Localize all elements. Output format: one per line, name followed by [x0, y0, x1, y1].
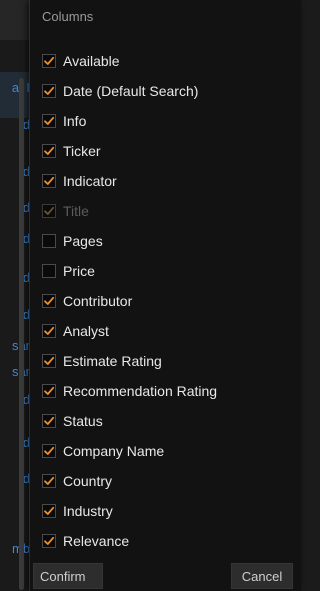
- column-option[interactable]: Estimate Rating: [42, 350, 162, 372]
- column-checkbox[interactable]: [42, 264, 56, 278]
- column-option-label: Industry: [63, 503, 113, 519]
- column-option[interactable]: Relevance: [42, 530, 129, 552]
- checkmark-icon: [44, 326, 55, 335]
- column-option: Title: [42, 200, 89, 222]
- column-checkbox[interactable]: [42, 384, 56, 398]
- scrollbar[interactable]: [19, 78, 24, 590]
- column-checkbox[interactable]: [42, 414, 56, 428]
- column-checkbox[interactable]: [42, 474, 56, 488]
- column-option-label: Pages: [63, 233, 103, 249]
- column-option[interactable]: Recommendation Rating: [42, 380, 217, 402]
- checkmark-icon: [44, 356, 55, 365]
- column-checkbox[interactable]: [42, 114, 56, 128]
- column-option[interactable]: Analyst: [42, 320, 109, 342]
- column-option-label: Analyst: [63, 323, 109, 339]
- checkmark-icon: [44, 206, 55, 215]
- column-checkbox[interactable]: [42, 54, 56, 68]
- column-checkbox[interactable]: [42, 324, 56, 338]
- column-option[interactable]: Available: [42, 50, 120, 72]
- column-option-label: Date (Default Search): [63, 83, 199, 99]
- column-checkbox[interactable]: [42, 234, 56, 248]
- column-option-label: Indicator: [63, 173, 117, 189]
- screen: a, Iddddddsarsardddmb Columns AvailableD…: [0, 0, 301, 591]
- column-option-label: Country: [63, 473, 113, 489]
- column-option-label: Ticker: [63, 143, 101, 159]
- column-option-label: Relevance: [63, 533, 130, 549]
- column-option[interactable]: Info: [42, 110, 86, 132]
- column-option-label: Estimate Rating: [63, 353, 162, 369]
- checkmark-icon: [44, 56, 55, 65]
- column-checkbox[interactable]: [42, 504, 56, 518]
- checkmark-icon: [44, 506, 55, 515]
- column-option[interactable]: Status: [42, 410, 103, 432]
- checkmark-icon: [44, 536, 55, 545]
- checkmark-icon: [44, 386, 55, 395]
- checkmark-icon: [44, 116, 55, 125]
- column-option[interactable]: Contributor: [42, 290, 132, 312]
- column-option-label: Company Name: [63, 443, 165, 459]
- column-checkbox[interactable]: [42, 144, 56, 158]
- column-checkbox[interactable]: [42, 534, 56, 548]
- column-option[interactable]: Date (Default Search): [42, 80, 198, 102]
- column-checkbox[interactable]: [42, 294, 56, 308]
- checkmark-icon: [44, 416, 55, 425]
- column-option-label: Contributor: [63, 293, 133, 309]
- column-option-label: Available: [63, 53, 120, 69]
- confirm-button[interactable]: Confirm: [33, 563, 103, 589]
- column-option-label: Title: [63, 203, 89, 219]
- column-option[interactable]: Industry: [42, 500, 113, 522]
- checkmark-icon: [44, 86, 55, 95]
- column-option-label: Status: [63, 413, 103, 429]
- column-option-label: Info: [63, 113, 87, 129]
- checkmark-icon: [44, 296, 55, 305]
- columns-popup: Columns Available Date (Default Search) In…: [29, 0, 301, 591]
- checkmark-icon: [44, 446, 55, 455]
- cancel-button[interactable]: Cancel: [231, 563, 293, 589]
- column-option[interactable]: Company Name: [42, 440, 164, 462]
- checkmark-icon: [44, 176, 55, 185]
- column-option[interactable]: Ticker: [42, 140, 101, 162]
- checkmark-icon: [44, 476, 55, 485]
- checkmark-icon: [44, 146, 55, 155]
- column-checkbox: [42, 204, 56, 218]
- column-checkbox[interactable]: [42, 84, 56, 98]
- column-checkbox[interactable]: [42, 444, 56, 458]
- column-option[interactable]: Price: [42, 260, 95, 282]
- column-option[interactable]: Pages: [42, 230, 103, 252]
- column-option[interactable]: Indicator: [42, 170, 117, 192]
- column-option[interactable]: Country: [42, 470, 112, 492]
- column-option-label: Price: [63, 263, 95, 279]
- column-checkbox[interactable]: [42, 354, 56, 368]
- column-checkbox[interactable]: [42, 174, 56, 188]
- column-option-label: Recommendation Rating: [63, 383, 218, 399]
- popup-title: Columns: [42, 9, 94, 24]
